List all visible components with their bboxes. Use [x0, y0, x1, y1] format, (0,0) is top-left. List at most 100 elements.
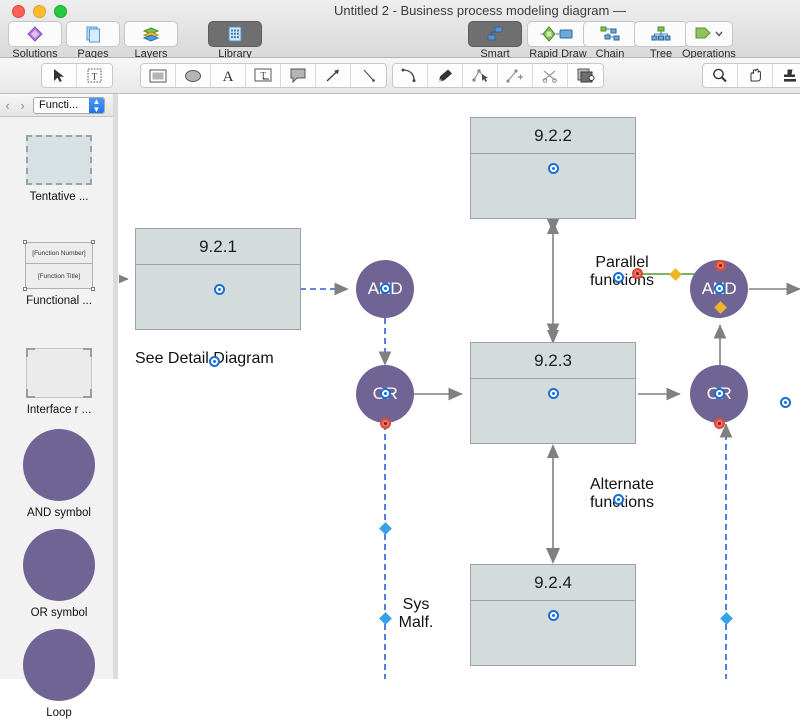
shape-item-functional[interactable]: [Function Number] [Function Title] Funct… [0, 242, 118, 307]
rapid-draw-button[interactable]: Rapid Draw [527, 21, 589, 60]
add-point-icon[interactable] [498, 64, 533, 87]
connection-point-and-left[interactable] [380, 283, 391, 294]
arrow-icon[interactable] [316, 64, 351, 87]
smart-button[interactable]: Smart [468, 21, 522, 60]
label-text: Parallel functions [590, 254, 654, 289]
pen-icon[interactable] [428, 64, 463, 87]
connection-point-label-alternate[interactable] [613, 494, 624, 505]
hand-icon[interactable] [738, 64, 773, 87]
diagram-canvas[interactable]: 9.2.1 9.2.2 9.2.3 9.2.4 AND OR AND OR Se… [119, 94, 800, 679]
shape-item-and-symbol[interactable]: AND symbol [0, 429, 118, 519]
connection-point-label-detail[interactable] [209, 356, 220, 367]
operations-icon [685, 21, 733, 47]
chevron-updown-icon[interactable]: ▲▼ [89, 97, 104, 114]
loop-symbol-shape [23, 629, 95, 701]
chain-button[interactable]: Chain [583, 21, 637, 60]
solutions-button[interactable]: Solutions [8, 21, 62, 60]
arrowhead-up-922 [547, 220, 559, 234]
block-number: 9.2.1 [136, 229, 300, 265]
interface-requirement-shape [26, 348, 92, 398]
connection-point-923[interactable] [548, 388, 559, 399]
corner-se-icon [83, 389, 92, 398]
shape-label: Functional ... [0, 295, 118, 307]
endpoint-selected-right-top[interactable] [714, 418, 725, 429]
label-text: Sys Malf. [399, 596, 434, 631]
connection-point-922[interactable] [548, 163, 559, 174]
corner-ne-icon [83, 348, 92, 357]
rapid-draw-icon [527, 21, 589, 47]
label-text: Alternate functions [590, 476, 654, 511]
connection-point-free[interactable] [780, 397, 791, 408]
endpoint-green-end[interactable] [715, 260, 726, 271]
layers-icon [124, 21, 178, 47]
line-icon[interactable] [351, 64, 386, 87]
solutions-icon [8, 21, 62, 47]
zoom-icon[interactable] [703, 64, 738, 87]
function-block-9-2-1[interactable]: 9.2.1 [135, 228, 301, 330]
edit-points-icon[interactable] [463, 64, 498, 87]
block-number: 9.2.3 [471, 343, 635, 379]
shadow-icon[interactable] [568, 64, 603, 87]
pages-icon [66, 21, 120, 47]
corner-sw-icon [26, 389, 35, 398]
handle-nw [23, 240, 27, 244]
view-tool-group: A [702, 63, 800, 88]
text-icon[interactable]: A [211, 64, 246, 87]
shape-label: OR symbol [0, 607, 118, 619]
shape-item-or-symbol[interactable]: OR symbol [0, 529, 118, 619]
shape-label: Tentative ... [0, 191, 118, 203]
smart-connector-icon [468, 21, 522, 47]
library-back-button[interactable]: ‹ [0, 98, 15, 113]
layers-button[interactable]: Layers [124, 21, 178, 60]
connection-point-921[interactable] [214, 284, 225, 295]
pointer-icon[interactable] [42, 64, 77, 87]
shape-list: Tentative ... [Function Number] [Functio… [0, 117, 118, 679]
svg-text:A: A [223, 69, 234, 83]
rectangle-icon[interactable] [141, 64, 176, 87]
shape-tool-group: A T [140, 63, 387, 88]
callout-icon[interactable] [281, 64, 316, 87]
connection-point-or-right[interactable] [714, 388, 725, 399]
chain-icon [583, 21, 637, 47]
shape-library-sidebar: ‹ › Functi... ▲▼ Tentative ... [Function… [0, 94, 118, 679]
block-number: 9.2.4 [471, 565, 635, 601]
function-title-field: [Function Title] [26, 264, 92, 288]
pages-button[interactable]: Pages [66, 21, 120, 60]
label-see-detail-diagram[interactable]: See Detail Diagram [135, 350, 274, 368]
shape-item-tentative[interactable]: Tentative ... [0, 135, 118, 203]
operations-button[interactable]: Operations [682, 21, 736, 60]
or-symbol-shape [23, 529, 95, 601]
endpoint-selected-left-top[interactable] [380, 418, 391, 429]
library-button[interactable]: Library [208, 21, 262, 60]
shape-label: Interface r ... [0, 404, 118, 416]
connection-point-label-parallel[interactable] [613, 272, 624, 283]
text-select-icon[interactable]: T [77, 64, 112, 87]
label-sys-malf[interactable]: Sys Malf. [387, 596, 445, 633]
connection-point-924[interactable] [548, 610, 559, 621]
connection-point-or-left[interactable] [380, 388, 391, 399]
cut-path-icon[interactable] [533, 64, 568, 87]
handle-se [91, 287, 95, 291]
curve-icon[interactable] [393, 64, 428, 87]
stamp-icon[interactable] [773, 64, 800, 87]
selected-connector-right-branch [646, 424, 726, 679]
text-box-icon[interactable]: T [246, 64, 281, 87]
endpoint-green-start[interactable] [632, 268, 643, 279]
selection-tool-group: T [41, 63, 113, 88]
library-icon [208, 21, 262, 47]
tentative-block-shape [26, 135, 92, 185]
shape-label: AND symbol [0, 507, 118, 519]
window-title: Untitled 2 - Business process modeling d… [0, 3, 800, 18]
shape-item-loop[interactable]: Loop [0, 629, 118, 719]
handle-ne [91, 240, 95, 244]
tree-button[interactable]: Tree [634, 21, 688, 60]
ellipse-icon[interactable] [176, 64, 211, 87]
arrowhead-up-923 [547, 444, 559, 458]
connection-point-and-right[interactable] [714, 283, 725, 294]
library-forward-button[interactable]: › [15, 98, 30, 113]
shape-item-interface[interactable]: Interface r ... [0, 348, 118, 416]
tool-row: T A T [0, 58, 800, 94]
shape-label: Loop [0, 707, 118, 719]
functional-block-shape: [Function Number] [Function Title] [25, 242, 93, 289]
library-select[interactable]: Functi... ▲▼ [33, 97, 105, 114]
